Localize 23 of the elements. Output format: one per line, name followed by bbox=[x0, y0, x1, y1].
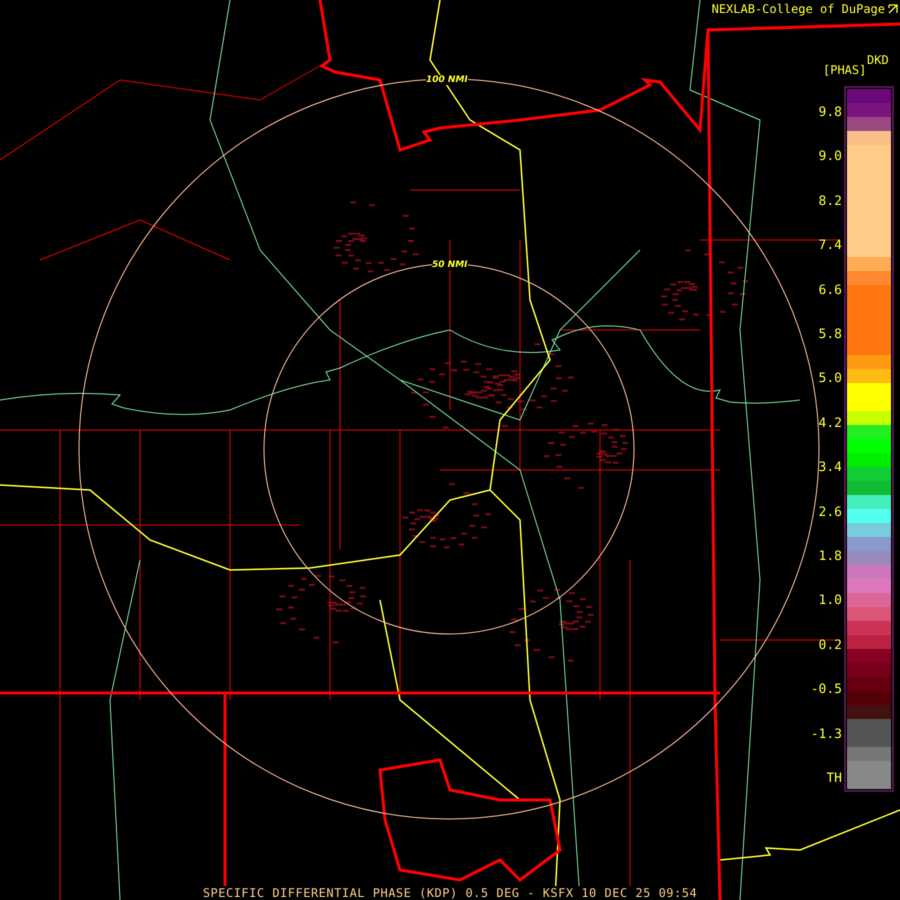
scale-label: 7.4 bbox=[818, 239, 842, 254]
scale-label: 6.6 bbox=[818, 284, 842, 298]
scale-label: -1.3 bbox=[810, 728, 842, 742]
scale-label: 4.2 bbox=[818, 416, 842, 431]
unit-label: DKD bbox=[867, 53, 889, 67]
scale-label: 1.0 bbox=[818, 594, 842, 608]
scale-label: -0.5 bbox=[810, 683, 842, 698]
arrow-icon bbox=[888, 4, 898, 14]
scale-label: 3.4 bbox=[818, 461, 842, 476]
scale-label: 9.0 bbox=[818, 150, 842, 164]
scale-label: 2.6 bbox=[818, 506, 842, 520]
scale-label: 8.2 bbox=[818, 194, 842, 209]
scale-label: 1.8 bbox=[818, 550, 842, 564]
scale-label: TH bbox=[826, 772, 842, 786]
scale-label: 0.2 bbox=[818, 638, 842, 653]
unit-label: [PHAS] bbox=[823, 63, 866, 77]
credit-text: NEXLAB-College of DuPage bbox=[712, 2, 885, 16]
range-ring-label: 50 NMI bbox=[432, 260, 468, 270]
scale-label: 5.8 bbox=[818, 328, 842, 342]
product-caption: SPECIFIC DIFFERENTIAL PHASE (KDP) 0.5 DEG - KSFX 10 DEC 25 09:54 bbox=[202, 886, 698, 900]
scale-label: 5.0 bbox=[818, 372, 842, 386]
range-ring-label: 100 NMI bbox=[426, 75, 468, 85]
scale-label: 9.8 bbox=[818, 106, 842, 120]
